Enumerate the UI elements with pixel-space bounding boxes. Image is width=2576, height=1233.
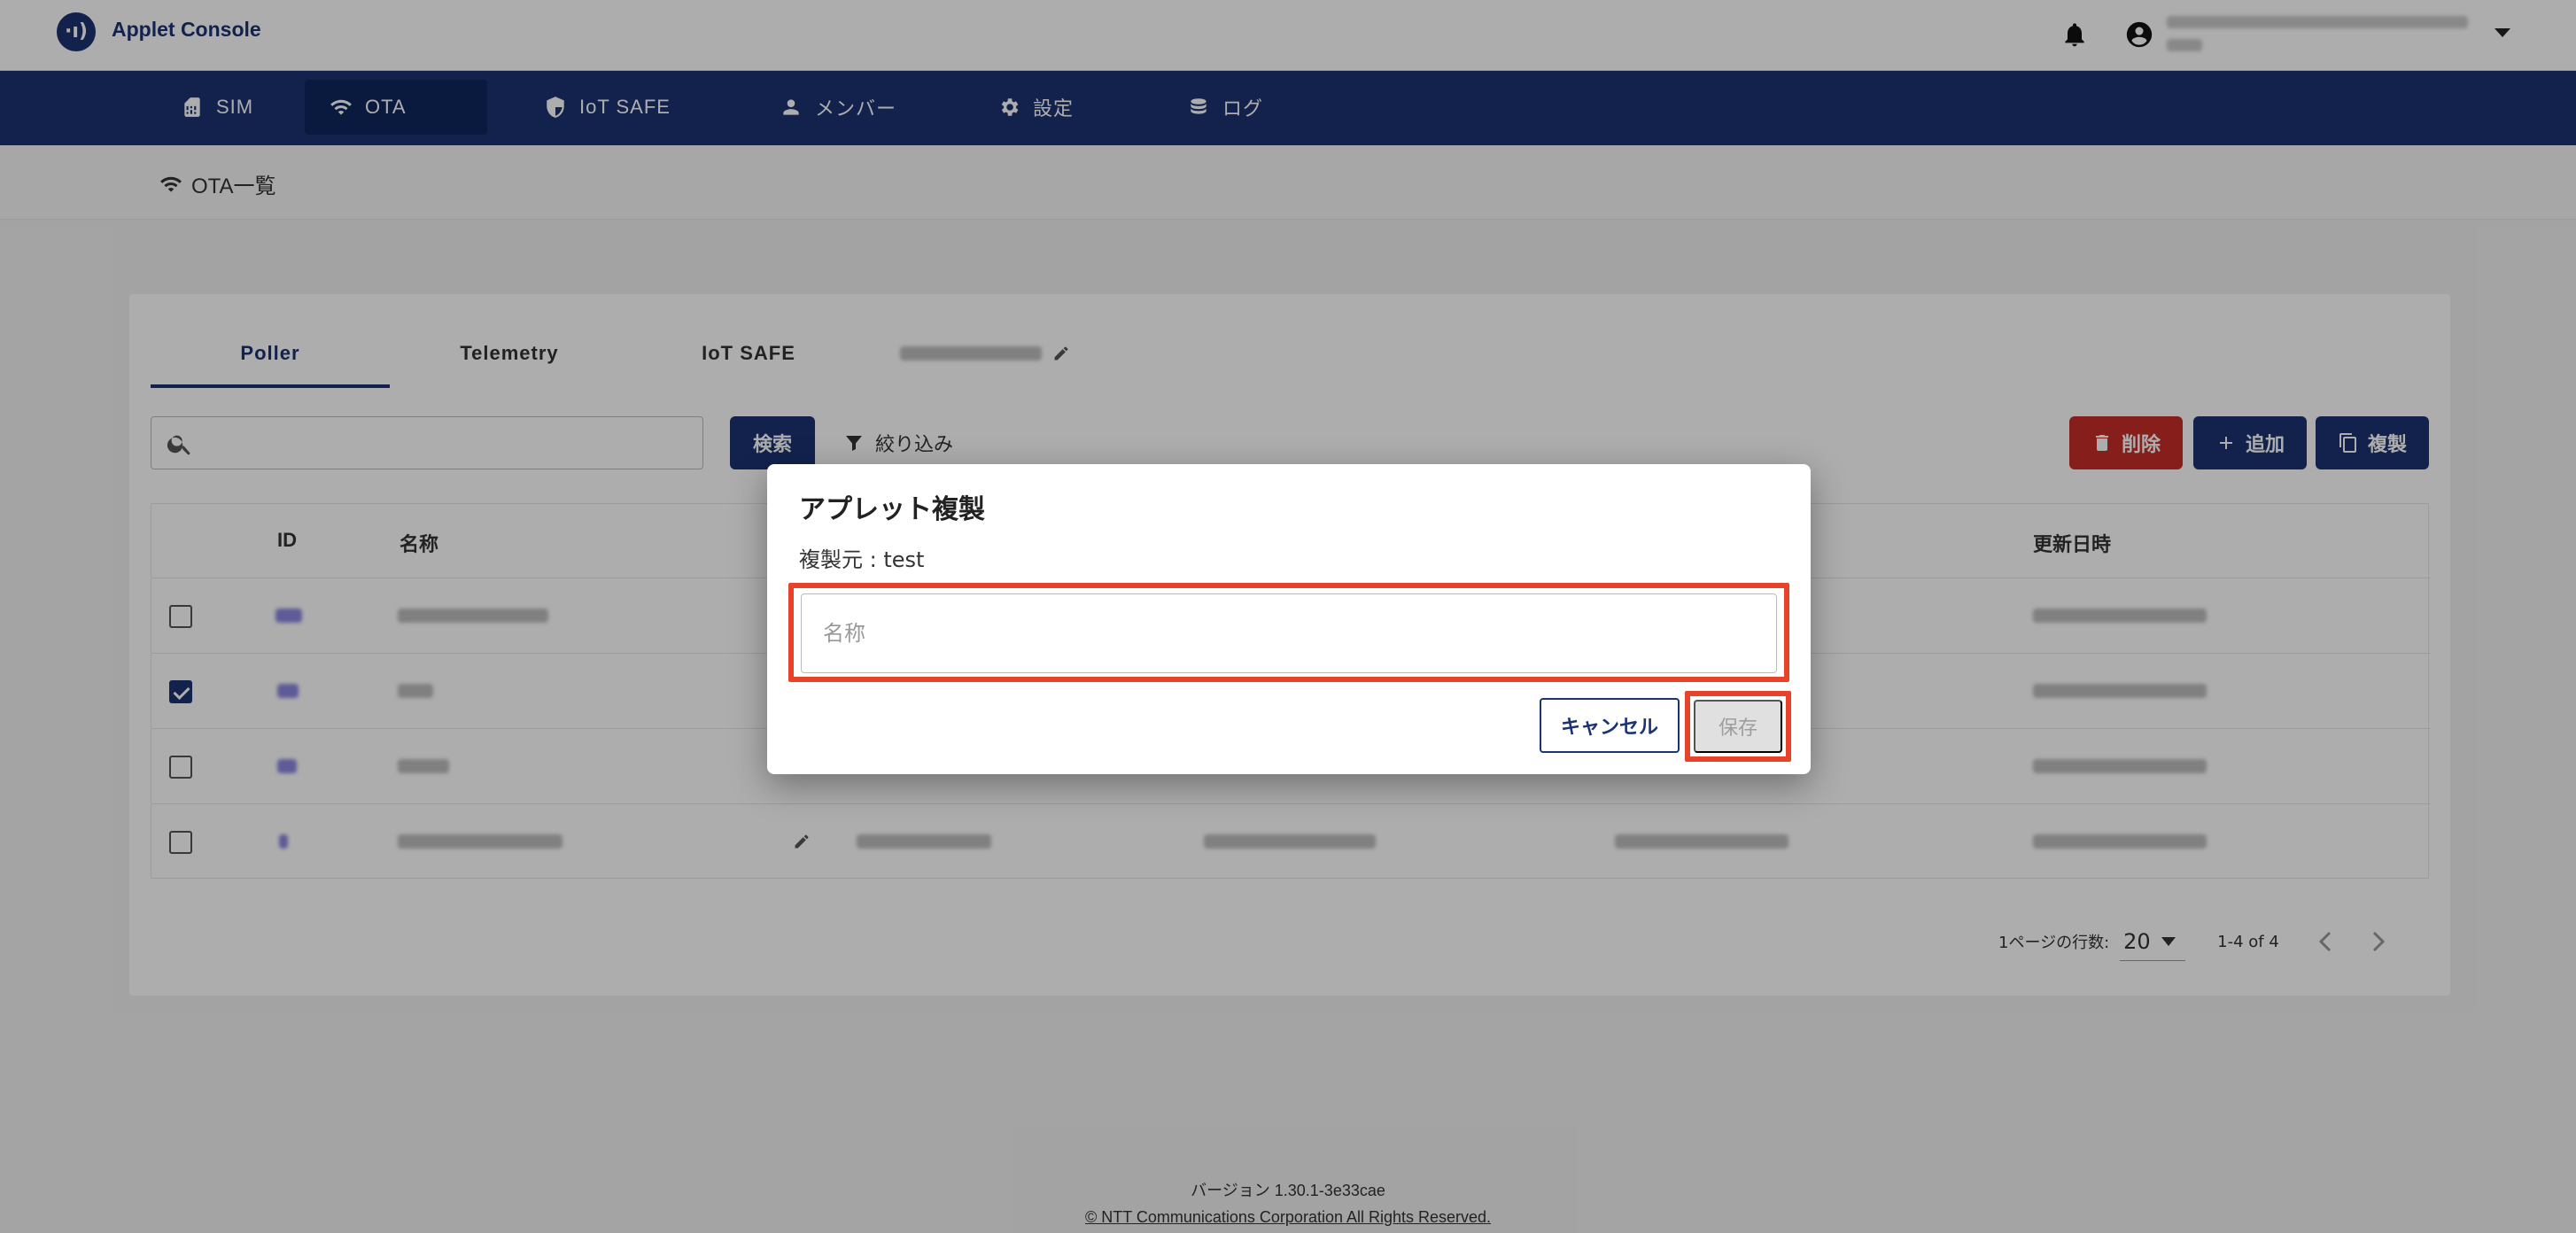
cancel-button[interactable]: キャンセル xyxy=(1540,698,1680,753)
name-input[interactable] xyxy=(823,612,1753,656)
dialog-title: アプレット複製 xyxy=(799,494,985,525)
save-button[interactable]: 保存 xyxy=(1694,700,1782,753)
name-field[interactable] xyxy=(801,593,1777,673)
duplicate-applet-dialog: アプレット複製 複製元 : test キャンセル 保存 xyxy=(767,464,1811,774)
dialog-source-text: 複製元 : test xyxy=(799,547,925,572)
